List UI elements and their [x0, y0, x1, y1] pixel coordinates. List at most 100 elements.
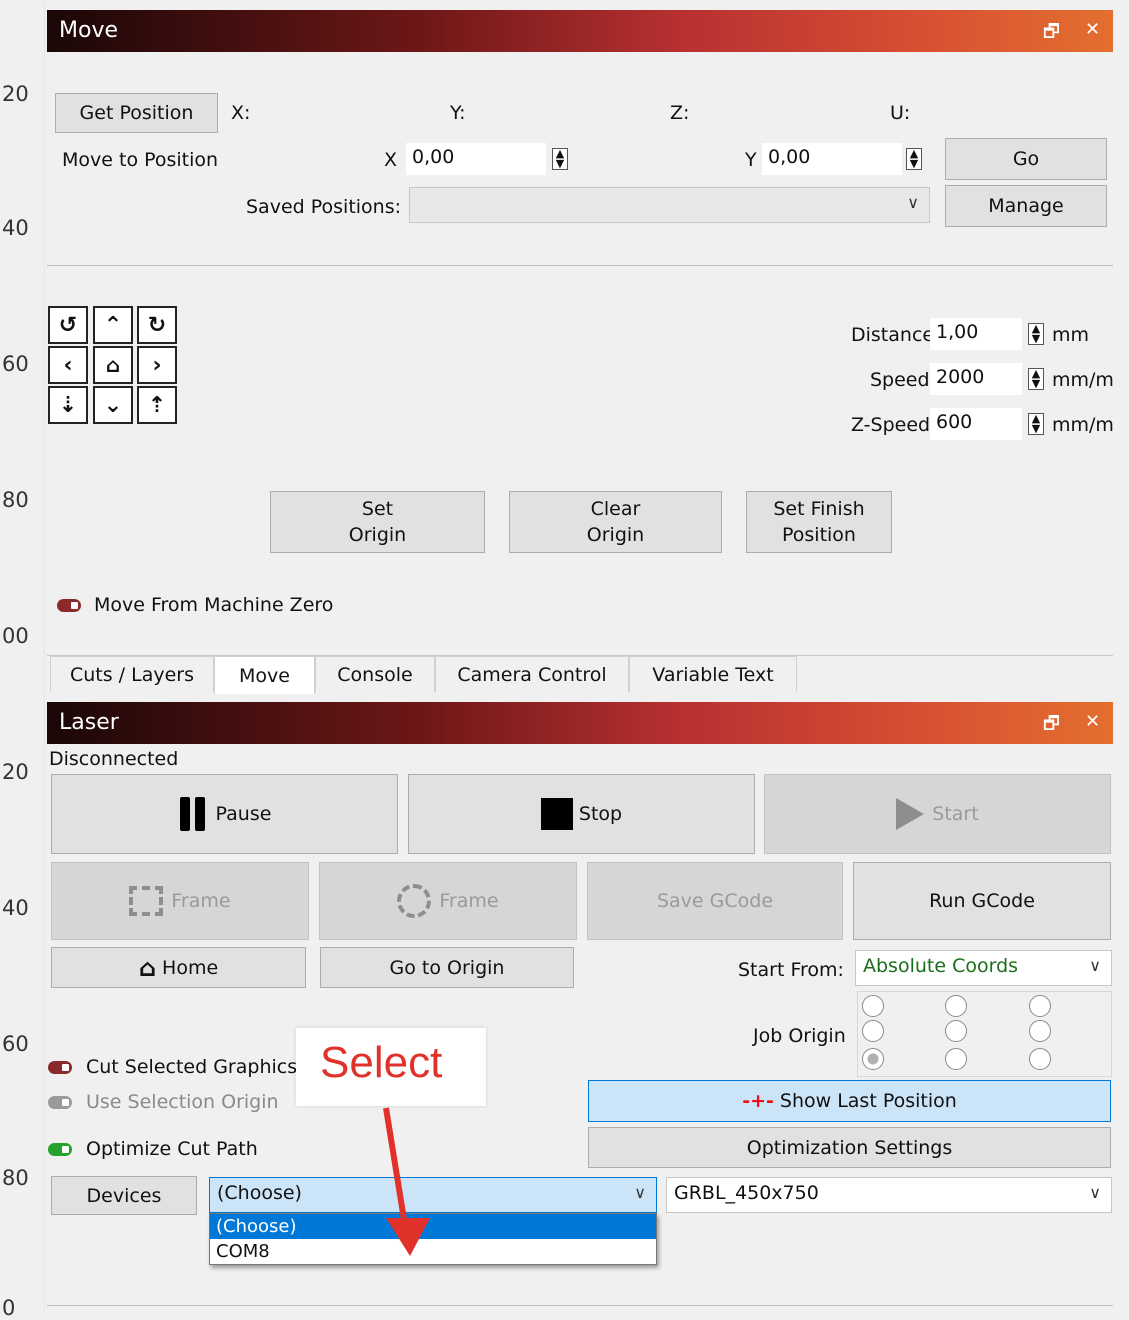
optimization-settings-button[interactable]: Optimization Settings	[588, 1127, 1111, 1168]
frame-rect-button[interactable]: Frame	[51, 862, 309, 940]
move-panel-titlebar[interactable]: Move 🗗 ✕	[47, 10, 1113, 52]
z-up-icon[interactable]: ⇡	[137, 386, 177, 424]
optimize-cut-path-toggle[interactable]	[48, 1143, 72, 1156]
home-label: Home	[162, 956, 219, 979]
ruler-tick-label: 80	[2, 488, 29, 512]
use-selection-origin-toggle[interactable]	[48, 1096, 72, 1109]
cut-selected-toggle[interactable]	[48, 1061, 72, 1074]
start-button[interactable]: Start	[764, 774, 1111, 854]
go-button[interactable]: Go	[945, 138, 1107, 180]
start-from-label: Start From:	[738, 959, 844, 981]
z-speed-input[interactable]: 600	[930, 408, 1022, 440]
run-gcode-button[interactable]: Run GCode	[853, 862, 1111, 940]
job-origin-top-right[interactable]	[1029, 995, 1051, 1017]
close-icon[interactable]: ✕	[1085, 711, 1100, 732]
jog-right-icon[interactable]: ›	[137, 346, 177, 384]
y-spinner[interactable]: ▲ ▼	[906, 148, 922, 170]
job-origin-top-left[interactable]	[862, 995, 884, 1017]
job-origin-bottom-center[interactable]	[945, 1048, 967, 1070]
close-icon[interactable]: ✕	[1085, 19, 1100, 40]
job-origin-mid-right[interactable]	[1029, 1020, 1051, 1042]
ruler-tick-label: 20	[2, 760, 29, 784]
saved-positions-select[interactable]: ∨	[409, 187, 930, 223]
cut-selected-label: Cut Selected Graphics	[86, 1056, 298, 1078]
start-from-value: Absolute Coords	[863, 955, 1019, 977]
x-coord-label: X:	[231, 102, 251, 124]
home-button[interactable]: ⌂ Home	[51, 947, 306, 988]
tab-cuts-layers[interactable]: Cuts / Layers	[50, 656, 214, 692]
jog-down-icon[interactable]: ⌄	[93, 386, 133, 424]
distance-unit: mm	[1052, 324, 1090, 346]
ruler-tick-label: 80	[2, 1166, 29, 1190]
home-icon: ⌂	[138, 953, 157, 982]
move-to-position-label: Move to Position	[62, 149, 219, 171]
x-position-input[interactable]: 0,00	[406, 143, 546, 175]
frame-rect-icon	[129, 886, 164, 916]
start-label: Start	[932, 803, 979, 825]
z-speed-unit: mm/m	[1052, 414, 1114, 436]
tab-move[interactable]: Move	[214, 656, 315, 694]
stop-button[interactable]: Stop	[408, 774, 755, 854]
chevron-down-icon: ∨	[907, 193, 919, 212]
saved-positions-label: Saved Positions:	[246, 196, 402, 218]
tab-variable-text[interactable]: Variable Text	[629, 656, 797, 692]
device-profile-select[interactable]: GRBL_450x750 ∨	[666, 1177, 1112, 1213]
laser-panel-titlebar[interactable]: Laser 🗗 ✕	[47, 702, 1113, 744]
move-from-zero-label: Move From Machine Zero	[94, 594, 334, 616]
devices-button[interactable]: Devices	[51, 1176, 197, 1215]
manage-button[interactable]: Manage	[945, 185, 1107, 227]
distance-input[interactable]: 1,00	[930, 318, 1022, 350]
ruler-tick-label: 60	[2, 1032, 29, 1056]
laser-panel-title: Laser	[59, 710, 119, 735]
job-origin-bottom-right[interactable]	[1029, 1048, 1051, 1070]
job-origin-mid-left[interactable]	[862, 1020, 884, 1042]
set-origin-button[interactable]: Set Origin	[270, 491, 485, 553]
rotate-cw-icon[interactable]: ↻	[137, 306, 177, 344]
move-from-zero-toggle[interactable]	[57, 599, 81, 612]
rotate-ccw-icon[interactable]: ↺	[48, 306, 88, 344]
jog-left-icon[interactable]: ‹	[48, 346, 88, 384]
float-window-icon[interactable]: 🗗	[1043, 711, 1060, 741]
ruler-tick-label: 40	[2, 216, 29, 240]
u-coord-label: U:	[890, 102, 911, 124]
show-last-position-label: Show Last Position	[779, 1090, 957, 1112]
speed-spinner[interactable]: ▲ ▼	[1028, 368, 1044, 390]
z-coord-label: Z:	[670, 102, 690, 124]
stop-label: Stop	[578, 803, 623, 825]
ruler-tick-label: 60	[2, 352, 29, 376]
pause-label: Pause	[215, 803, 272, 825]
optimize-cut-path-label: Optimize Cut Path	[86, 1138, 258, 1160]
set-finish-position-button[interactable]: Set Finish Position	[746, 491, 892, 553]
speed-label: Speed	[870, 369, 930, 391]
frame-circle-icon	[397, 884, 432, 918]
get-position-button[interactable]: Get Position	[55, 93, 218, 133]
jog-up-icon[interactable]: ⌃	[93, 306, 133, 344]
frame-rect-label: Frame	[171, 890, 231, 912]
job-origin-bottom-left[interactable]	[862, 1048, 884, 1070]
tab-console[interactable]: Console	[315, 656, 435, 692]
z-speed-label: Z-Speed	[851, 414, 931, 436]
go-to-origin-button[interactable]: Go to Origin	[320, 947, 574, 988]
bottom-divider	[47, 1305, 1113, 1306]
z-speed-spinner[interactable]: ▲ ▼	[1028, 413, 1044, 435]
save-gcode-button[interactable]: Save GCode	[587, 862, 843, 940]
home-icon[interactable]: ⌂	[93, 346, 133, 384]
float-window-icon[interactable]: 🗗	[1043, 19, 1060, 49]
y-position-input[interactable]: 0,00	[762, 143, 902, 175]
select-callout-text: Select	[320, 1038, 443, 1087]
frame-circle-button[interactable]: Frame	[319, 862, 577, 940]
speed-input[interactable]: 2000	[930, 363, 1022, 395]
show-last-position-button[interactable]: -+- Show Last Position	[588, 1080, 1111, 1122]
z-down-icon[interactable]: ⇣	[48, 386, 88, 424]
start-from-select[interactable]: Absolute Coords ∨	[855, 950, 1112, 986]
ruler-tick-label: 00	[2, 624, 29, 648]
x-spinner[interactable]: ▲ ▼	[552, 148, 568, 170]
clear-origin-button[interactable]: Clear Origin	[509, 491, 722, 553]
job-origin-top-center[interactable]	[945, 995, 967, 1017]
distance-spinner[interactable]: ▲ ▼	[1028, 323, 1044, 345]
job-origin-center[interactable]	[945, 1020, 967, 1042]
pause-button[interactable]: Pause	[51, 774, 398, 854]
x-input-label: X	[384, 149, 398, 171]
tab-camera-control[interactable]: Camera Control	[435, 656, 629, 692]
set-finish-label: Set Finish Position	[773, 498, 865, 546]
